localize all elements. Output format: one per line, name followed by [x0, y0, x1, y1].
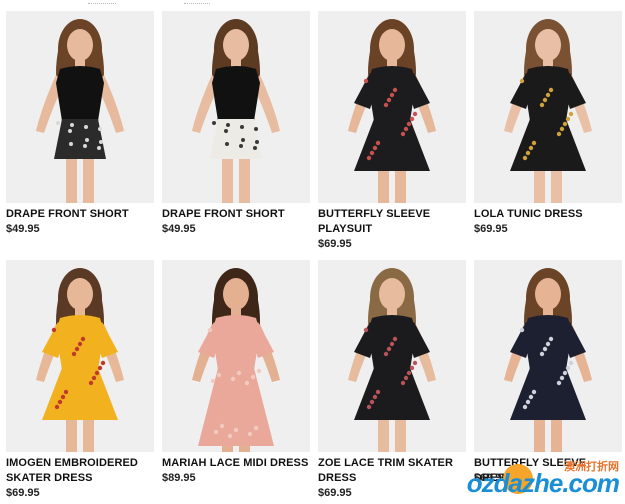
product-card[interactable]: BUTTERFLY SLEEVE PLAYSUIT $69.95 [318, 11, 466, 251]
product-grid: DRAPE FRONT SHORT $49.95 DRAPE FRONT SHORT… [0, 0, 625, 504]
product-name[interactable]: LOLA TUNIC DRESS [474, 207, 624, 222]
product-price: $49.95 [162, 223, 196, 235]
product-name[interactable]: ZOE LACE TRIM SKATER DRESS [318, 456, 468, 486]
product-name[interactable]: DRAPE FRONT SHORT [6, 207, 156, 222]
product-card[interactable]: DRAPE FRONT SHORT $49.95 [162, 11, 310, 251]
product-price: $69.95 [6, 487, 40, 499]
product-price: $69.95 [318, 487, 352, 499]
product-image[interactable] [474, 260, 622, 452]
product-price: $89.95 [162, 472, 196, 484]
product-price: $49.95 [6, 223, 40, 235]
product-name[interactable]: IMOGEN EMBROIDERED SKATER DRESS [6, 456, 156, 486]
watermark-en: ozdazhe.com [466, 468, 620, 498]
product-card[interactable]: MARIAH LACE MIDI DRESS $89.95 [162, 260, 310, 500]
product-image[interactable] [318, 11, 466, 203]
product-image[interactable] [6, 11, 154, 203]
product-card[interactable]: ZOE LACE TRIM SKATER DRESS $69.95 [318, 260, 466, 500]
product-image[interactable] [6, 260, 154, 452]
product-card[interactable]: IMOGEN EMBROIDERED SKATER DRESS $69.95 [6, 260, 154, 500]
product-image[interactable] [162, 11, 310, 203]
watermark: 澳洲打折网 ozdazhe.com [467, 458, 621, 500]
product-image[interactable] [318, 260, 466, 452]
product-name[interactable]: MARIAH LACE MIDI DRESS [162, 456, 312, 471]
product-name[interactable]: BUTTERFLY SLEEVE PLAYSUIT [318, 207, 468, 237]
product-image[interactable] [474, 11, 622, 203]
product-price: $69.95 [474, 223, 508, 235]
product-card[interactable]: DRAPE FRONT SHORT $49.95 [6, 11, 154, 251]
product-card[interactable]: LOLA TUNIC DRESS $69.95 [474, 11, 622, 251]
product-price: $69.95 [318, 238, 352, 250]
product-name[interactable]: DRAPE FRONT SHORT [162, 207, 312, 222]
product-image[interactable] [162, 260, 310, 452]
